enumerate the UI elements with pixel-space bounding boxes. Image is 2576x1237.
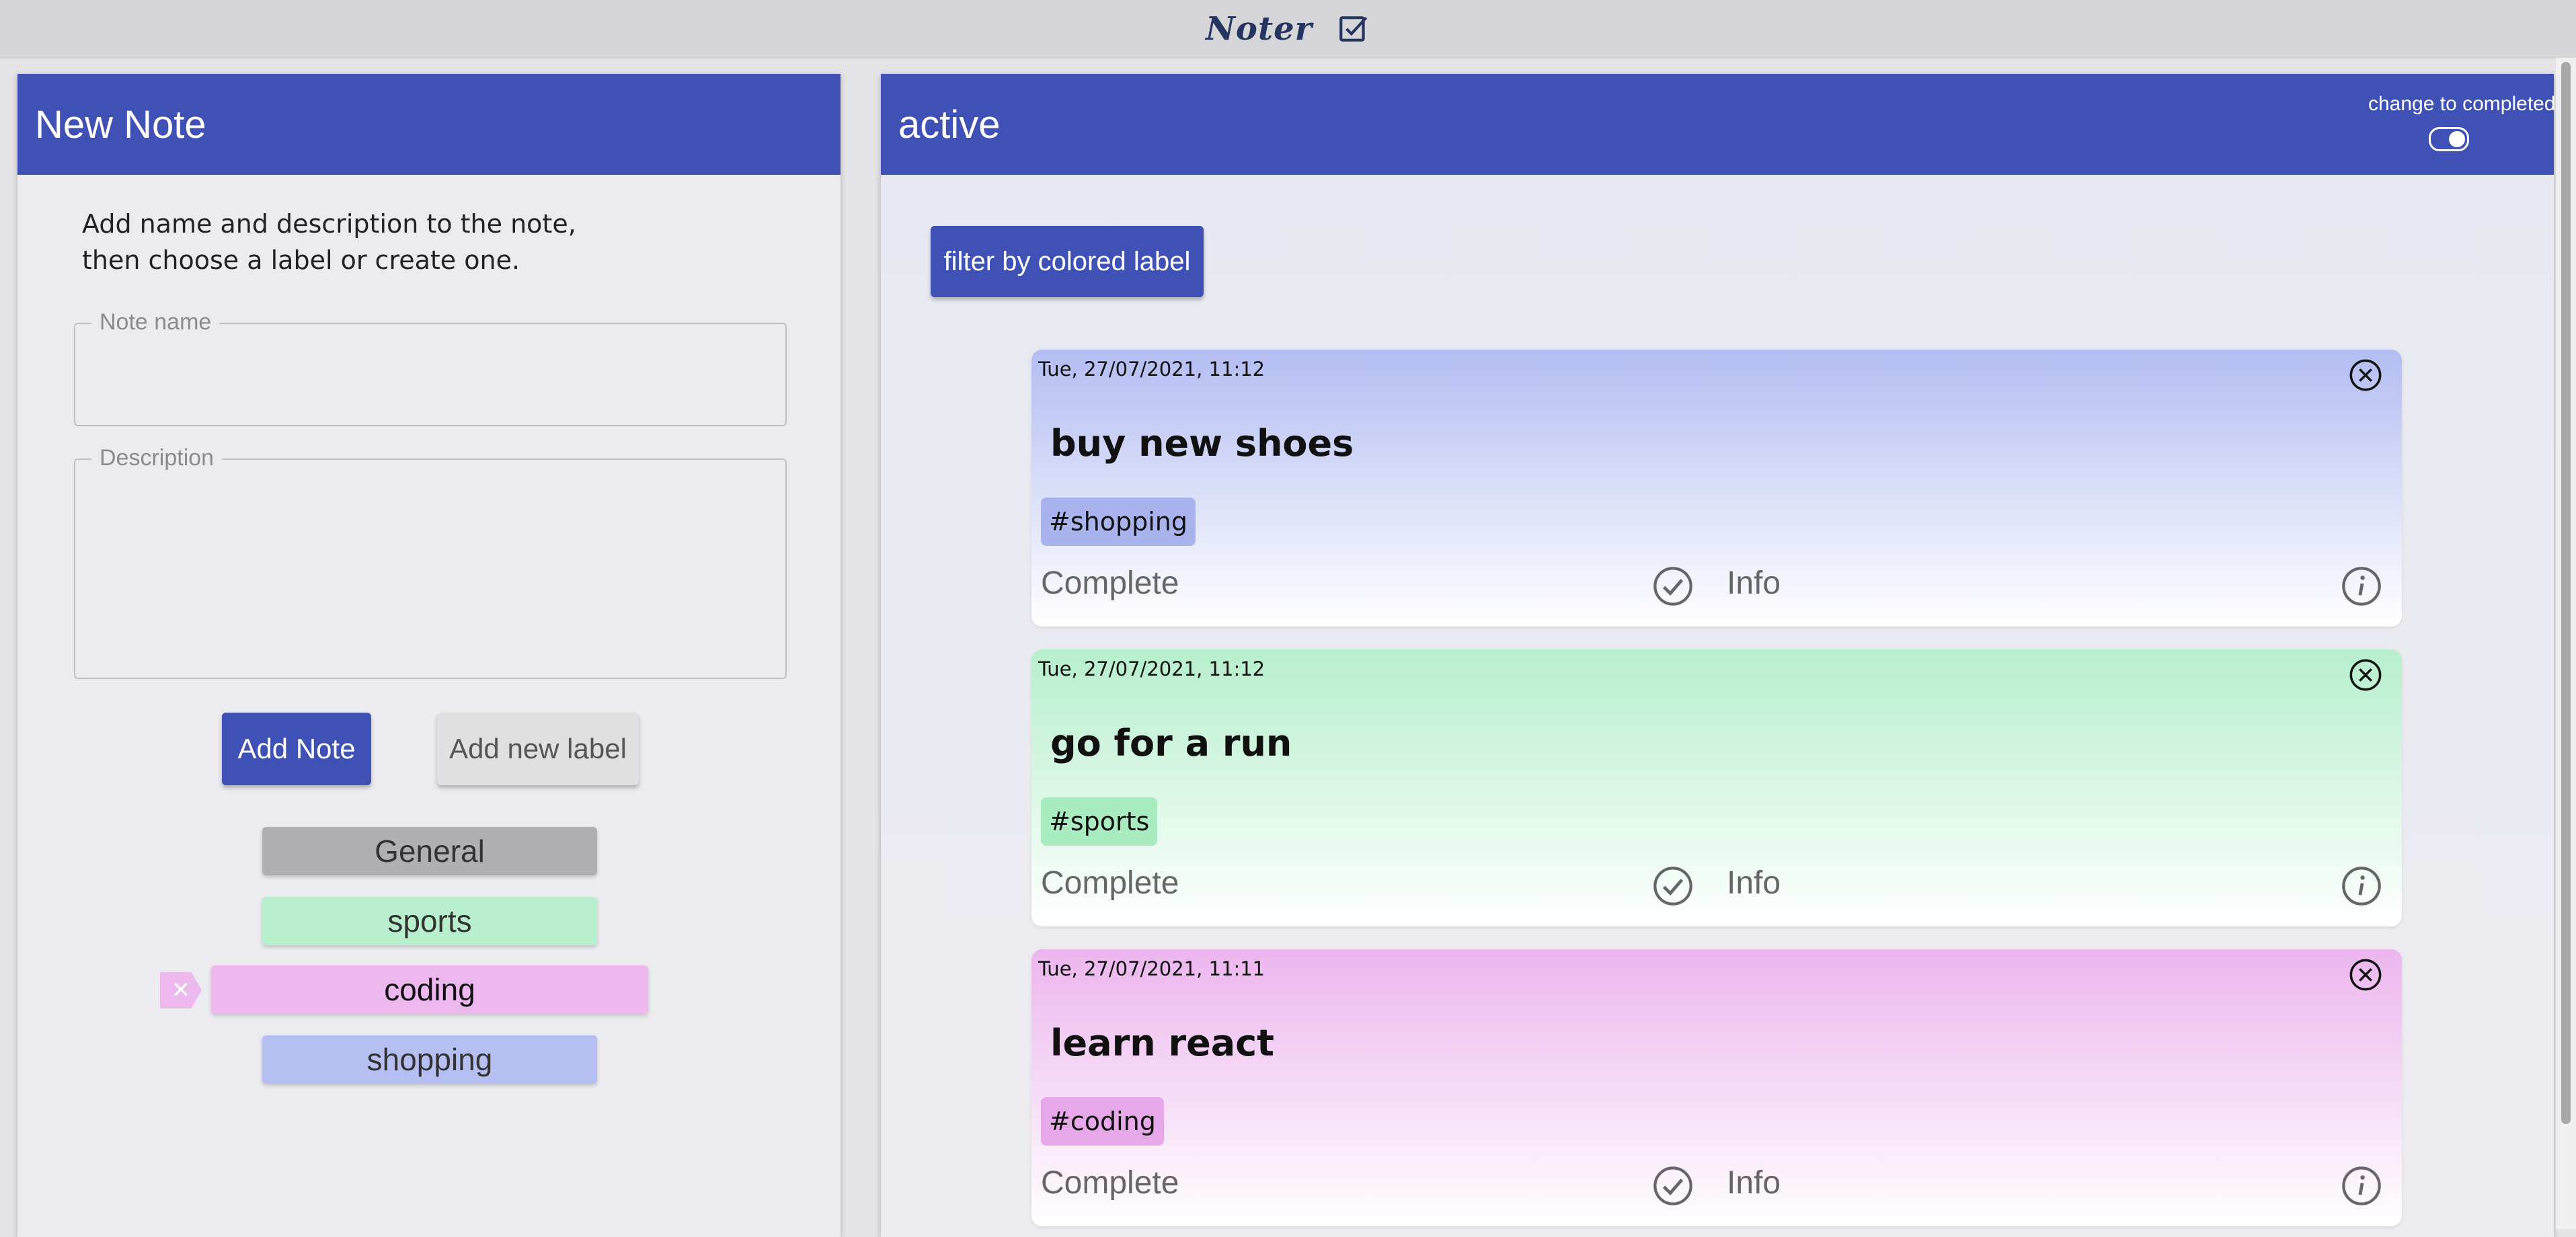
note-title: go for a run xyxy=(1050,722,1292,764)
note-name-field: Note name xyxy=(74,309,787,426)
filter-by-label-button[interactable]: filter by colored label xyxy=(931,226,1204,297)
complete-check-icon[interactable] xyxy=(1651,1164,1694,1207)
label-sports[interactable]: sports xyxy=(262,897,597,945)
brand-name: Noter xyxy=(1206,10,1313,48)
note-name-input[interactable] xyxy=(89,340,771,409)
complete-label[interactable]: Complete xyxy=(1041,565,1179,602)
info-label[interactable]: Info xyxy=(1727,565,1781,602)
new-note-panel: New Note Add name and description to the… xyxy=(17,74,841,1237)
note-title: learn react xyxy=(1050,1022,1274,1064)
checkbox-icon xyxy=(1339,16,1368,42)
note-card: Tue, 27/07/2021, 11:12 go for a run #spo… xyxy=(1031,649,2402,926)
toggle-label: change to completed xyxy=(2368,93,2556,115)
completed-toggle[interactable] xyxy=(2429,127,2469,151)
info-icon[interactable] xyxy=(2340,1164,2383,1207)
toggle-knob xyxy=(2449,131,2465,147)
note-tag: #coding xyxy=(1041,1097,1164,1146)
complete-label[interactable]: Complete xyxy=(1041,1164,1179,1201)
note-card: Tue, 27/07/2021, 11:12 buy new shoes #sh… xyxy=(1031,350,2402,627)
new-note-instructions: Add name and description to the note, th… xyxy=(82,206,687,278)
new-note-header: New Note xyxy=(17,74,841,175)
instructions-line-1: Add name and description to the note, xyxy=(82,209,576,239)
status-toggle-group: change to completed xyxy=(2368,93,2556,161)
new-note-title: New Note xyxy=(35,102,206,147)
remove-label-icon[interactable]: ✕ xyxy=(160,972,202,1008)
description-legend: Description xyxy=(91,445,223,471)
info-label[interactable]: Info xyxy=(1727,865,1781,902)
description-field: Description xyxy=(74,445,787,679)
note-date: Tue, 27/07/2021, 11:11 xyxy=(1038,957,1265,980)
note-title: buy new shoes xyxy=(1050,422,1354,465)
note-card: Tue, 27/07/2021, 11:11 learn react #codi… xyxy=(1031,949,2402,1226)
page-scrollbar[interactable] xyxy=(2556,58,2576,1229)
add-new-label-button[interactable]: Add new label xyxy=(437,713,639,785)
note-date: Tue, 27/07/2021, 11:12 xyxy=(1038,358,1265,381)
info-icon[interactable] xyxy=(2340,865,2383,908)
note-name-legend: Note name xyxy=(91,309,220,335)
add-note-button[interactable]: Add Note xyxy=(222,713,371,785)
delete-note-icon[interactable] xyxy=(2348,657,2383,692)
instructions-line-2: then choose a label or create one. xyxy=(82,245,520,275)
notes-panel: active change to completed filter by col… xyxy=(881,74,2556,1237)
complete-check-icon[interactable] xyxy=(1651,865,1694,908)
complete-label[interactable]: Complete xyxy=(1041,865,1179,902)
label-coding[interactable]: coding xyxy=(211,965,648,1014)
delete-note-icon[interactable] xyxy=(2348,957,2383,992)
top-bar: Noter xyxy=(0,0,2576,58)
info-label[interactable]: Info xyxy=(1727,1164,1781,1201)
complete-check-icon[interactable] xyxy=(1651,565,1694,608)
label-shopping[interactable]: shopping xyxy=(262,1035,597,1084)
notes-panel-title: active xyxy=(898,102,1001,147)
note-date: Tue, 27/07/2021, 11:12 xyxy=(1038,657,1265,680)
label-general[interactable]: General xyxy=(262,827,597,875)
scrollbar-thumb[interactable] xyxy=(2561,62,2571,1124)
notes-header: active change to completed xyxy=(881,74,2556,175)
note-tag: #shopping xyxy=(1041,497,1196,546)
info-icon[interactable] xyxy=(2340,565,2383,608)
note-tag: #sports xyxy=(1041,797,1158,846)
delete-note-icon[interactable] xyxy=(2348,358,2383,393)
description-input[interactable] xyxy=(89,476,771,664)
